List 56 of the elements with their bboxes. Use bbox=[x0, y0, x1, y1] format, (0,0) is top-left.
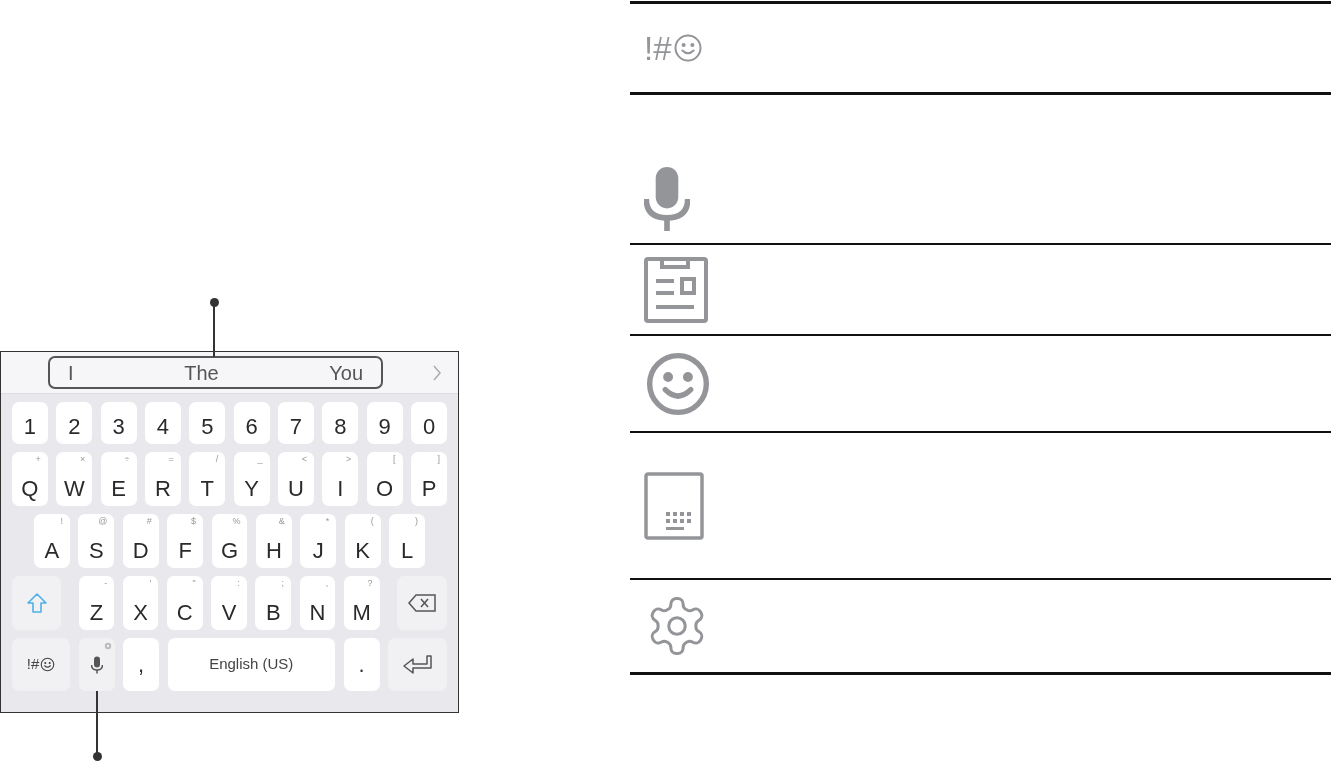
key[interactable]: ; B bbox=[255, 576, 292, 630]
comma-key[interactable]: , bbox=[123, 638, 159, 691]
key[interactable]: + Q bbox=[12, 452, 48, 506]
key[interactable]: ÷ E bbox=[100, 452, 137, 506]
suggestion-word[interactable]: The bbox=[184, 357, 219, 388]
suggestion-word[interactable]: I bbox=[68, 357, 74, 388]
key[interactable]: : V bbox=[211, 576, 247, 630]
backspace-icon bbox=[408, 594, 436, 612]
key[interactable]: * J bbox=[300, 514, 337, 568]
symbols-key[interactable]: !# bbox=[12, 638, 70, 691]
smiley-icon bbox=[672, 33, 703, 63]
key[interactable]: = R bbox=[145, 452, 181, 506]
key[interactable]: # D bbox=[122, 514, 159, 568]
key[interactable]: 1 bbox=[12, 402, 48, 444]
space-key[interactable]: English (US) bbox=[167, 638, 335, 691]
key[interactable]: - Z bbox=[78, 576, 115, 630]
key[interactable]: ) L bbox=[389, 514, 425, 568]
key[interactable]: > I bbox=[322, 452, 359, 506]
keyboard-mode-icon bbox=[644, 471, 704, 540]
key[interactable]: $ F bbox=[167, 514, 204, 568]
key[interactable]: " C bbox=[166, 576, 203, 630]
microphone-icon bbox=[644, 167, 690, 231]
shift-arrow-icon bbox=[25, 592, 48, 614]
key[interactable]: ! A bbox=[34, 514, 70, 568]
smiley-icon bbox=[40, 657, 56, 672]
clipboard-icon bbox=[644, 256, 708, 323]
key[interactable]: 8 bbox=[322, 402, 359, 444]
enter-key[interactable] bbox=[388, 638, 447, 691]
symbols-label: !# bbox=[644, 31, 672, 65]
key[interactable]: 0 bbox=[411, 402, 447, 444]
backspace-key[interactable] bbox=[397, 576, 447, 630]
key[interactable]: 9 bbox=[366, 402, 403, 444]
key[interactable]: 2 bbox=[56, 402, 93, 444]
period-key[interactable]: . bbox=[343, 638, 380, 691]
enter-icon bbox=[402, 654, 433, 675]
key[interactable]: 5 bbox=[189, 402, 226, 444]
key[interactable]: [ O bbox=[366, 452, 403, 506]
key[interactable]: @ S bbox=[78, 514, 115, 568]
suggestion-word[interactable]: You bbox=[329, 357, 363, 388]
chevron-right-icon[interactable] bbox=[432, 364, 442, 381]
key[interactable]: % G bbox=[211, 514, 248, 568]
key[interactable]: 7 bbox=[278, 402, 314, 444]
key[interactable]: _ Y bbox=[233, 452, 270, 506]
key[interactable]: ' X bbox=[122, 576, 159, 630]
key[interactable]: 6 bbox=[233, 402, 270, 444]
key[interactable]: 4 bbox=[145, 402, 181, 444]
key[interactable]: ? M bbox=[343, 576, 380, 630]
key[interactable]: × W bbox=[56, 452, 93, 506]
key[interactable]: & H bbox=[255, 514, 292, 568]
key[interactable]: ( K bbox=[344, 514, 381, 568]
key[interactable]: < U bbox=[278, 452, 314, 506]
key[interactable]: , N bbox=[299, 576, 336, 630]
key[interactable]: 3 bbox=[100, 402, 137, 444]
voice-input-key[interactable] bbox=[78, 638, 115, 691]
key[interactable]: ] P bbox=[411, 452, 447, 506]
key[interactable]: / T bbox=[189, 452, 226, 506]
